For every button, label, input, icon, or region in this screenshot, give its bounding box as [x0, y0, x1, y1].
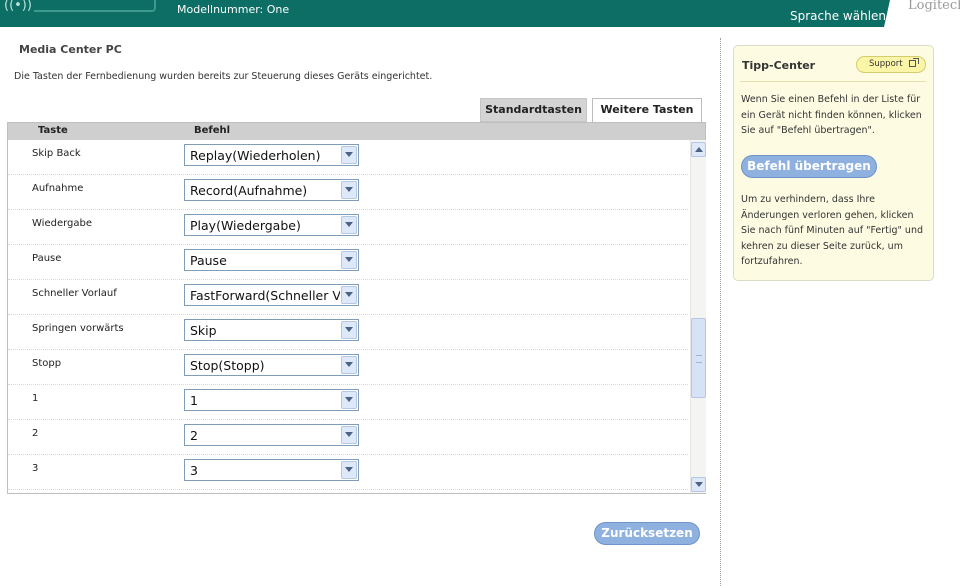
intro-text: Die Tasten der Fernbedienung wurden bere…: [14, 71, 433, 82]
chevron-down-icon: [345, 222, 353, 227]
page-title: Media Center PC: [19, 43, 122, 56]
brand-logo: Logitech: [908, 0, 960, 13]
table-rows: Skip Back Replay(Wiederholen) Aufnahme R…: [8, 140, 688, 492]
dropdown-button[interactable]: [341, 251, 357, 269]
dropdown-button[interactable]: [341, 356, 357, 374]
command-select[interactable]: Skip: [184, 319, 359, 341]
dropdown-button[interactable]: [341, 321, 357, 339]
tip-divider: [740, 81, 926, 82]
command-select[interactable]: Replay(Wiederholen): [184, 144, 359, 166]
transfer-command-button[interactable]: Befehl übertragen: [741, 155, 877, 178]
table-row: Wiedergabe Play(Wiedergabe): [8, 210, 688, 245]
key-label: Springen vorwärts: [32, 323, 124, 334]
command-select[interactable]: 1: [184, 389, 359, 411]
key-label: Schneller Vorlauf: [32, 288, 117, 299]
tip-text-timeout: Um zu verhindern, dass Ihre Änderungen v…: [741, 194, 924, 267]
model-number: Modellnummer: One: [177, 3, 290, 16]
table-row: Stopp Stop(Stopp): [8, 350, 688, 385]
chevron-down-icon: [345, 327, 353, 332]
logo-outline: [34, 0, 156, 12]
key-label: 1: [32, 393, 39, 404]
command-select[interactable]: 2: [184, 424, 359, 446]
chevron-down-icon: [345, 432, 353, 437]
tab-standardtasten[interactable]: Standardtasten: [480, 98, 587, 122]
table-row: 1 1: [8, 385, 688, 420]
language-link[interactable]: Sprache wählen: [790, 9, 886, 23]
table-header: Taste Befehl: [8, 123, 705, 140]
external-link-icon: [909, 58, 919, 67]
command-select[interactable]: FastForward(Schneller Vorlauf): [184, 284, 359, 306]
support-button[interactable]: Support: [856, 56, 926, 73]
grip-icon: [696, 355, 702, 363]
chevron-down-icon: [345, 292, 353, 297]
key-label: 2: [32, 428, 39, 439]
command-value: Stop(Stopp): [190, 358, 265, 373]
chevron-down-icon: [345, 397, 353, 402]
command-value: Skip: [190, 323, 217, 338]
chevron-down-icon: [345, 187, 353, 192]
table-row: Springen vorwärts Skip: [8, 315, 688, 350]
reset-button[interactable]: Zurücksetzen: [594, 522, 700, 545]
tip-center-panel: Tipp-Center Support Wenn Sie einen Befeh…: [733, 45, 934, 281]
scroll-up-button[interactable]: [691, 142, 706, 157]
key-label: Pause: [32, 253, 62, 264]
command-value: 3: [190, 463, 198, 478]
key-label: Aufnahme: [32, 183, 84, 194]
table-row: Aufnahme Record(Aufnahme): [8, 175, 688, 210]
command-select[interactable]: Record(Aufnahme): [184, 179, 359, 201]
dropdown-button[interactable]: [341, 181, 357, 199]
table-row: Skip Back Replay(Wiederholen): [8, 140, 688, 175]
table-row: 3 3: [8, 455, 688, 490]
dropdown-button[interactable]: [341, 286, 357, 304]
chevron-down-icon: [345, 362, 353, 367]
dropdown-button[interactable]: [341, 216, 357, 234]
column-divider: [720, 38, 721, 586]
dropdown-button[interactable]: [341, 146, 357, 164]
table-scrollbar[interactable]: [690, 140, 706, 493]
tip-text-command: Wenn Sie einen Befehl in der Liste für e…: [741, 94, 922, 136]
command-value: Play(Wiedergabe): [190, 218, 301, 233]
chevron-down-icon: [345, 152, 353, 157]
chevron-down-icon: [345, 467, 353, 472]
command-select[interactable]: Pause: [184, 249, 359, 271]
key-label: Skip Back: [32, 148, 81, 159]
table-row: Pause Pause: [8, 245, 688, 280]
command-value: FastForward(Schneller Vorlauf): [190, 288, 340, 303]
command-value: 2: [190, 428, 198, 443]
table-row: 2 2: [8, 420, 688, 455]
command-select[interactable]: Play(Wiedergabe): [184, 214, 359, 236]
command-select[interactable]: 3: [184, 459, 359, 481]
button-mapping-table: Taste Befehl Skip Back Replay(Wiederhole…: [7, 122, 706, 494]
dropdown-button[interactable]: [341, 391, 357, 409]
dropdown-button[interactable]: [341, 426, 357, 444]
table-row: Schneller Vorlauf FastForward(Schneller …: [8, 280, 688, 315]
command-select[interactable]: Stop(Stopp): [184, 354, 359, 376]
key-label: Wiedergabe: [32, 218, 93, 229]
column-header-command: Befehl: [194, 125, 231, 136]
scroll-down-icon: [695, 482, 703, 487]
key-label: Stopp: [32, 358, 62, 369]
tip-center-title: Tipp-Center: [742, 59, 816, 72]
dropdown-button[interactable]: [341, 461, 357, 479]
support-label: Support: [869, 59, 903, 69]
tab-weitere-tasten[interactable]: Weitere Tasten: [592, 98, 702, 124]
scroll-up-icon: [695, 147, 703, 152]
chevron-down-icon: [345, 257, 353, 262]
scroll-down-button[interactable]: [691, 477, 706, 492]
header-bar: ((•)) Modellnummer: One Sprache wählen L…: [0, 0, 960, 27]
column-header-key: Taste: [38, 125, 68, 136]
command-value: Pause: [190, 253, 227, 268]
command-value: Record(Aufnahme): [190, 183, 308, 198]
key-label: 3: [32, 463, 39, 474]
command-value: Replay(Wiederholen): [190, 148, 321, 163]
command-value: 1: [190, 393, 198, 408]
scrollbar-thumb[interactable]: [691, 318, 706, 398]
